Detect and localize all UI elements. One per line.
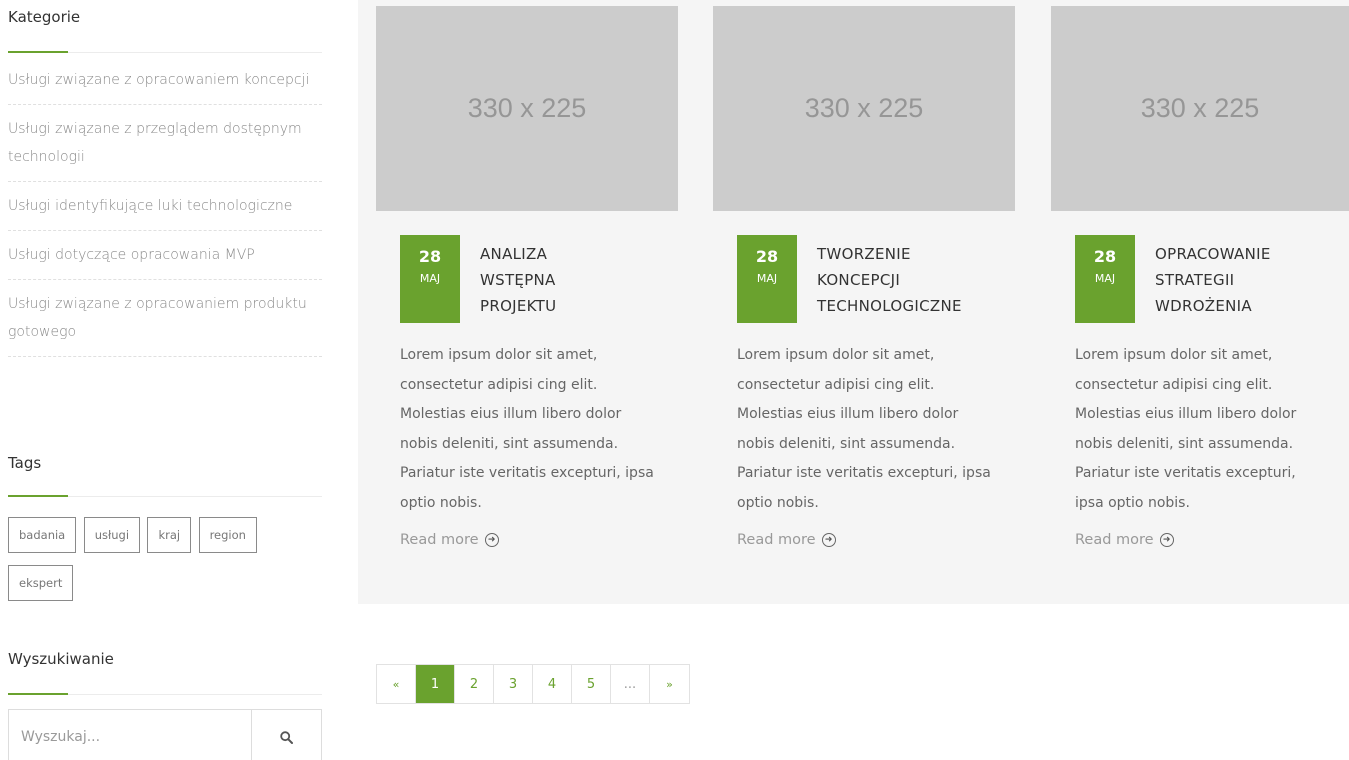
date-badge: 28 MAJ <box>1075 235 1135 323</box>
read-more-label: Read more <box>737 532 816 548</box>
date-day: 28 <box>755 247 779 266</box>
pagination-page-5[interactable]: 5 <box>572 665 611 703</box>
search-title: Wyszukiwanie <box>8 650 114 668</box>
tag-cloud: badania usługi kraj region ekspert <box>8 517 322 613</box>
post-title-line: WDROŻENIA <box>1155 297 1252 315</box>
category-link[interactable]: Usługi dotyczące opracowania MVP <box>8 231 322 280</box>
date-month: MAJ <box>1094 272 1116 285</box>
read-more-link[interactable]: Read more ➜ <box>376 532 678 548</box>
post-thumbnail[interactable]: 330 x 225 <box>1051 6 1349 211</box>
post-title[interactable]: ANALIZA WSTĘPNA PROJEKTU <box>480 241 680 319</box>
date-day: 28 <box>418 247 442 266</box>
tag-uslugi[interactable]: usługi <box>83 517 141 553</box>
search-icon <box>280 730 293 744</box>
post-excerpt: Lorem ipsum dolor sit amet, consectetur … <box>1075 347 1297 511</box>
post-title-line: STRATEGII <box>1155 271 1235 289</box>
date-day: 28 <box>1093 247 1117 266</box>
tags-title: Tags <box>8 454 42 472</box>
pagination-prev[interactable]: « <box>377 665 416 703</box>
tag-region[interactable]: region <box>198 517 257 553</box>
post-title-line: TECHNOLOGICZNE <box>817 297 962 315</box>
post-card: 330 x 225 28 MAJ OPRACOWANIE STRATEGII W… <box>1051 6 1349 548</box>
circle-arrow-right-icon: ➜ <box>484 533 499 547</box>
pagination-page-1[interactable]: 1 <box>416 665 455 703</box>
search-button[interactable] <box>251 710 321 760</box>
pagination-page-2[interactable]: 2 <box>455 665 494 703</box>
date-badge: 28 MAJ <box>400 235 460 323</box>
post-title-line: TWORZENIE <box>817 245 911 263</box>
post-thumbnail[interactable]: 330 x 225 <box>376 6 678 211</box>
date-month: MAJ <box>419 272 441 285</box>
post-title-line: PROJEKTU <box>480 297 557 315</box>
tags-title-underline <box>8 495 322 497</box>
pagination-ellipsis: ... <box>611 665 650 703</box>
date-month: MAJ <box>756 272 778 285</box>
read-more-link[interactable]: Read more ➜ <box>1051 532 1349 548</box>
categories-list: Usługi związane z opracowaniem koncepcji… <box>8 54 322 357</box>
pagination-page-3[interactable]: 3 <box>494 665 533 703</box>
post-title[interactable]: OPRACOWANIE STRATEGII WDROŻENIA <box>1155 241 1345 319</box>
tag-ekspert[interactable]: ekspert <box>8 565 74 601</box>
post-thumbnail[interactable]: 330 x 225 <box>713 6 1015 211</box>
pagination: « 1 2 3 4 5 ... » <box>376 664 690 704</box>
category-link[interactable]: Usługi identyfikujące luki technologiczn… <box>8 182 322 231</box>
search-title-underline <box>8 693 322 695</box>
tag-badania[interactable]: badania <box>8 517 77 553</box>
post-title-line: KONCEPCJI <box>817 271 901 289</box>
post-title-line: ANALIZA <box>480 245 548 263</box>
category-link[interactable]: Usługi związane z opracowaniem koncepcji <box>8 54 322 105</box>
category-link[interactable]: Usługi związane z przeglądem dostępnym t… <box>8 105 322 182</box>
category-link[interactable]: Usługi związane z opracowaniem produktu … <box>8 280 322 357</box>
date-badge: 28 MAJ <box>737 235 797 323</box>
search-form <box>8 709 322 760</box>
pagination-page-4[interactable]: 4 <box>533 665 572 703</box>
read-more-link[interactable]: Read more ➜ <box>713 532 1015 548</box>
post-title-line: WSTĘPNA <box>480 271 556 289</box>
post-card: 330 x 225 28 MAJ ANALIZA WSTĘPNA PROJEKT… <box>376 6 678 548</box>
post-title-line: OPRACOWANIE <box>1155 245 1271 263</box>
tag-kraj[interactable]: kraj <box>147 517 192 553</box>
post-excerpt: Lorem ipsum dolor sit amet, consectetur … <box>400 347 654 511</box>
pagination-next[interactable]: » <box>650 665 689 703</box>
circle-arrow-right-icon: ➜ <box>821 533 836 547</box>
categories-title-underline <box>8 51 322 53</box>
read-more-label: Read more <box>1075 532 1154 548</box>
read-more-label: Read more <box>400 532 479 548</box>
categories-title: Kategorie <box>8 8 81 26</box>
post-title[interactable]: TWORZENIE KONCEPCJI TECHNOLOGICZNE <box>817 241 1017 319</box>
post-excerpt: Lorem ipsum dolor sit amet, consectetur … <box>737 347 991 511</box>
search-input[interactable] <box>9 710 251 760</box>
circle-arrow-right-icon: ➜ <box>1159 533 1174 547</box>
post-card: 330 x 225 28 MAJ TWORZENIE KONCEPCJI TEC… <box>713 6 1015 548</box>
